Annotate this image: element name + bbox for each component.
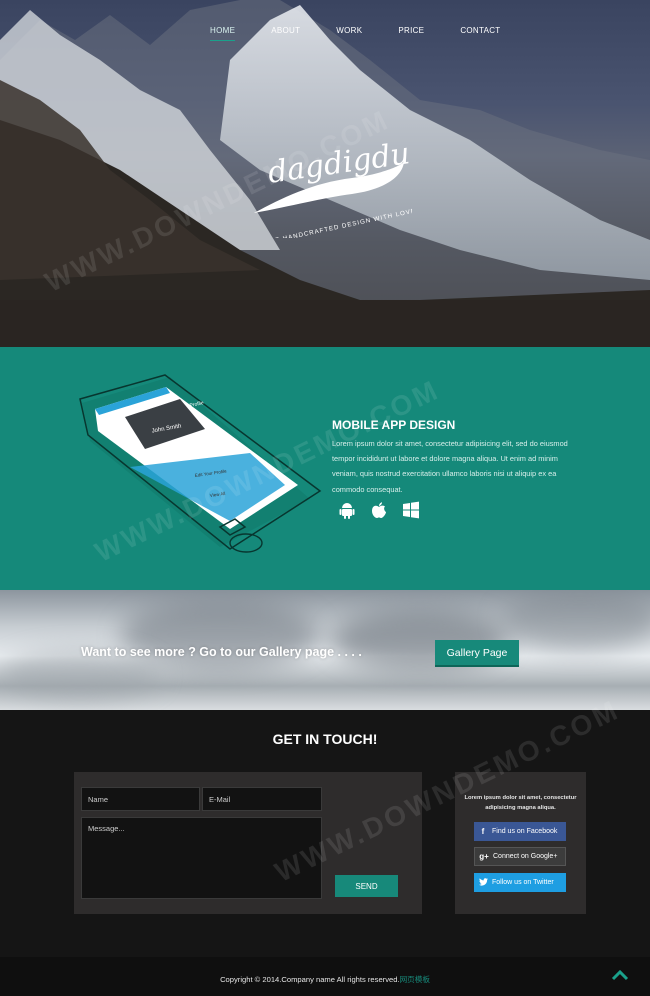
twitter-icon	[474, 877, 492, 888]
nav-work[interactable]: WORK	[336, 26, 362, 41]
google-plus-button[interactable]: g+ Connect on Google+	[474, 847, 566, 866]
nav-about[interactable]: ABOUT	[271, 26, 300, 41]
google-plus-label: Connect on Google+	[493, 853, 558, 860]
nav-contact[interactable]: CONTACT	[460, 26, 500, 41]
gallery-page-button[interactable]: Gallery Page	[435, 640, 519, 667]
app-description: Lorem ipsum dolor sit amet, consectetur …	[332, 439, 568, 494]
facebook-button[interactable]: f Find us on Facebook	[474, 822, 566, 841]
message-field[interactable]: Message...	[81, 817, 322, 899]
copyright-text: Copyright © 2014.Company name All rights…	[220, 975, 400, 984]
social-description: Lorem ipsum dolor sit amet, consectetur …	[464, 795, 577, 811]
facebook-label: Find us on Facebook	[492, 828, 558, 835]
nav-price[interactable]: PRICE	[398, 26, 424, 41]
facebook-icon: f	[481, 827, 485, 836]
google-plus-icon: g+	[479, 852, 489, 861]
logo-tagline: WE HANDCRAFTED DESIGN WITH LOVE	[268, 207, 412, 238]
copyright: Copyright © 2014.Company name All rights…	[0, 974, 650, 985]
back-to-top-icon[interactable]	[611, 969, 629, 981]
send-button[interactable]: SEND	[335, 875, 398, 897]
platform-icons	[338, 501, 420, 519]
phone-illustration: John Smith Edit Your Profile View All Pr…	[79, 374, 322, 553]
site-logo[interactable]: dagdigdug WE HANDCRAFTED DESIGN WITH LOV…	[252, 128, 412, 238]
name-field[interactable]: Name	[81, 787, 200, 811]
footer-link[interactable]: 网页模板	[400, 975, 430, 984]
android-icon	[338, 501, 356, 519]
email-field[interactable]: E-Mail	[202, 787, 322, 811]
windows-icon	[402, 501, 420, 519]
nav-home[interactable]: HOME	[210, 26, 236, 41]
gallery-prompt: Want to see more ? Go to our Gallery pag…	[81, 645, 362, 659]
hero-section: HOME ABOUT WORK PRICE CONTACT dagdigdug …	[0, 0, 650, 347]
contact-title: GET IN TOUCH!	[272, 731, 378, 747]
apple-icon	[370, 501, 388, 519]
app-title: MOBILE APP DESIGN	[332, 418, 456, 432]
twitter-label: Follow us on Twitter	[492, 879, 554, 886]
main-nav: HOME ABOUT WORK PRICE CONTACT	[210, 26, 536, 41]
twitter-button[interactable]: Follow us on Twitter	[474, 873, 566, 892]
